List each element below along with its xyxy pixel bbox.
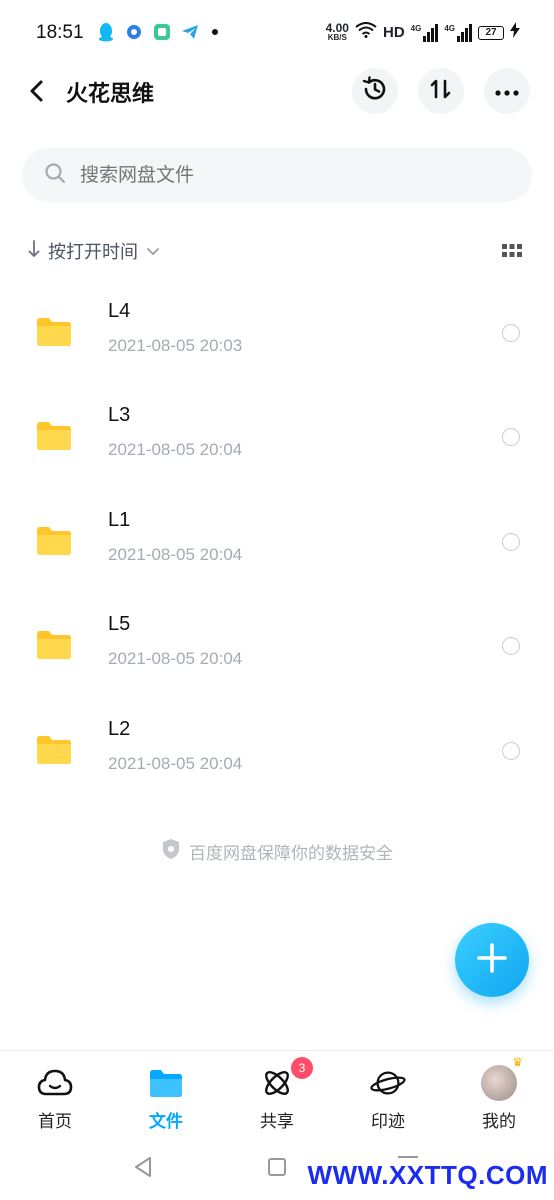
nav-label-me: 我的 [482,1112,516,1132]
nav-label-files: 文件 [149,1112,183,1132]
system-menu-icon[interactable] [398,1156,418,1158]
sort-direction-icon [28,239,40,263]
select-radio[interactable] [502,533,520,551]
share-badge: 3 [291,1057,313,1079]
shield-icon [161,838,181,865]
folder-icon [37,422,71,450]
plus-icon [476,942,508,978]
notification-icon [124,22,144,42]
qq-icon [96,22,116,42]
crown-icon: ♛ [512,1055,523,1069]
watermark: WWW.XXTTQ.COM [307,1160,548,1190]
nav-item-me[interactable]: ♛ 我的 [454,1055,544,1132]
status-app-icons [96,22,218,42]
nav-label-share: 共享 [260,1112,294,1132]
hd-label: HD [382,24,405,41]
nav-item-home[interactable]: 首页 [10,1065,100,1132]
file-date: 2021-08-05 20:04 [108,649,243,668]
atom-icon: 3 [259,1057,313,1101]
file-name: L1 [108,509,131,531]
sort-icon [428,76,454,106]
folder-icon [148,1065,184,1101]
add-button[interactable] [455,923,529,997]
nav-item-files[interactable]: 文件 [121,1065,211,1132]
select-radio[interactable] [502,637,520,655]
file-date: 2021-08-05 20:04 [108,545,243,564]
page-title: 火花思维 [66,82,155,107]
status-bar: 18:51 4.00 KB/S HD 4G 4G 27 [0,0,554,66]
sort-label: 按打开时间 [48,242,138,263]
file-list-item[interactable]: L2 2021-08-05 20:04 [0,708,554,812]
planet-icon [370,1065,406,1101]
nav-label-home: 首页 [38,1112,72,1132]
system-home-icon[interactable] [268,1158,286,1176]
network-speed: 4.00 KB/S [325,20,349,42]
cloud-icon [37,1065,73,1101]
nav-label-traces: 印迹 [371,1112,405,1132]
system-back-icon[interactable] [132,1156,154,1182]
more-options-button[interactable] [484,68,530,114]
avatar: ♛ [481,1055,523,1101]
telegram-icon [180,22,200,42]
file-name: L5 [108,613,131,635]
select-radio[interactable] [502,324,520,342]
back-arrow-icon[interactable] [22,76,52,106]
nav-item-share[interactable]: 3 共享 [232,1057,322,1132]
more-icon [494,82,520,101]
file-date: 2021-08-05 20:04 [108,440,243,459]
chevron-down-icon [146,241,160,262]
nav-item-traces[interactable]: 印迹 [343,1065,433,1132]
charging-icon [510,22,520,43]
wifi-icon [355,22,377,43]
system-navigation-bar: WWW.XXTTQ.COM [0,1142,554,1200]
app-icon [152,22,172,42]
select-radio[interactable] [502,428,520,446]
folder-icon [37,318,71,346]
security-note-text: 百度网盘保障你的数据安全 [189,844,393,864]
history-icon [361,75,389,107]
search-bar[interactable] [22,148,532,202]
sort-button[interactable] [418,68,464,114]
file-name: L3 [108,404,131,426]
history-button[interactable] [352,68,398,114]
grid-view-icon[interactable] [502,243,522,259]
file-name: L2 [108,718,131,740]
file-name: L4 [108,300,131,322]
more-notifications-dot [212,29,218,35]
signal-icon-1: 4G [411,23,439,42]
file-list-item[interactable]: L5 2021-08-05 20:04 [0,603,554,707]
search-input[interactable] [80,164,480,186]
sort-selector[interactable]: 按打开时间 [28,236,160,266]
search-icon [44,162,66,188]
battery-indicator: 27 [478,25,504,40]
folder-icon [37,631,71,659]
security-note: 百度网盘保障你的数据安全 [0,838,554,865]
file-date: 2021-08-05 20:04 [108,754,243,773]
status-indicators: 4.00 KB/S HD 4G 4G 27 [326,22,520,43]
status-time: 18:51 [36,22,84,43]
signal-icon-2: 4G [444,23,472,42]
file-list-item[interactable]: L4 2021-08-05 20:03 [0,290,554,394]
file-date: 2021-08-05 20:03 [108,336,243,355]
file-list-item[interactable]: L3 2021-08-05 20:04 [0,394,554,498]
file-list-item[interactable]: L1 2021-08-05 20:04 [0,499,554,603]
folder-icon [37,736,71,764]
bottom-navigation: 首页 文件 3 共享 印迹 ♛ 我的 [0,1050,554,1142]
top-app-bar: 火花思维 [0,66,554,118]
folder-icon [37,527,71,555]
select-radio[interactable] [502,742,520,760]
